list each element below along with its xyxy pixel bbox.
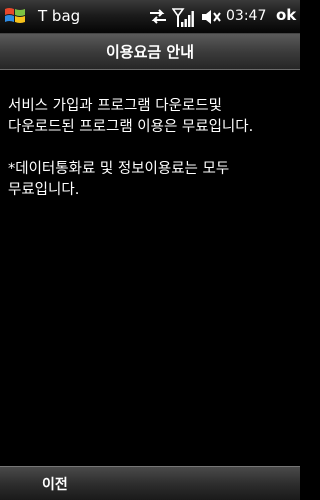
info-paragraph-data-fees: *데이터통화료 및 정보이용료는 모두 무료입니다. [8, 161, 230, 198]
signal-icon[interactable] [172, 7, 194, 29]
status-bar: T bag 03:47 ok [0, 0, 300, 34]
back-softkey[interactable]: 이전 [42, 474, 68, 494]
app-title: T bag [38, 7, 81, 25]
ok-button[interactable]: ok [276, 6, 296, 24]
connectivity-icon[interactable] [148, 7, 168, 27]
page-title: 이용요금 안내 [105, 43, 195, 61]
volume-icon[interactable] [200, 7, 222, 27]
content-area: 서비스 가입과 프로그램 다운로드및 다운로드된 프로그램 이용은 무료입니다.… [8, 96, 290, 222]
clock[interactable]: 03:47 [226, 8, 266, 24]
info-paragraph-pricing: 서비스 가입과 프로그램 다운로드및 다운로드된 프로그램 이용은 무료입니다. [8, 98, 254, 135]
windows-start-icon[interactable] [2, 3, 28, 29]
page-header: 이용요금 안내 [0, 34, 300, 70]
softkey-bar: 이전 [0, 466, 300, 500]
